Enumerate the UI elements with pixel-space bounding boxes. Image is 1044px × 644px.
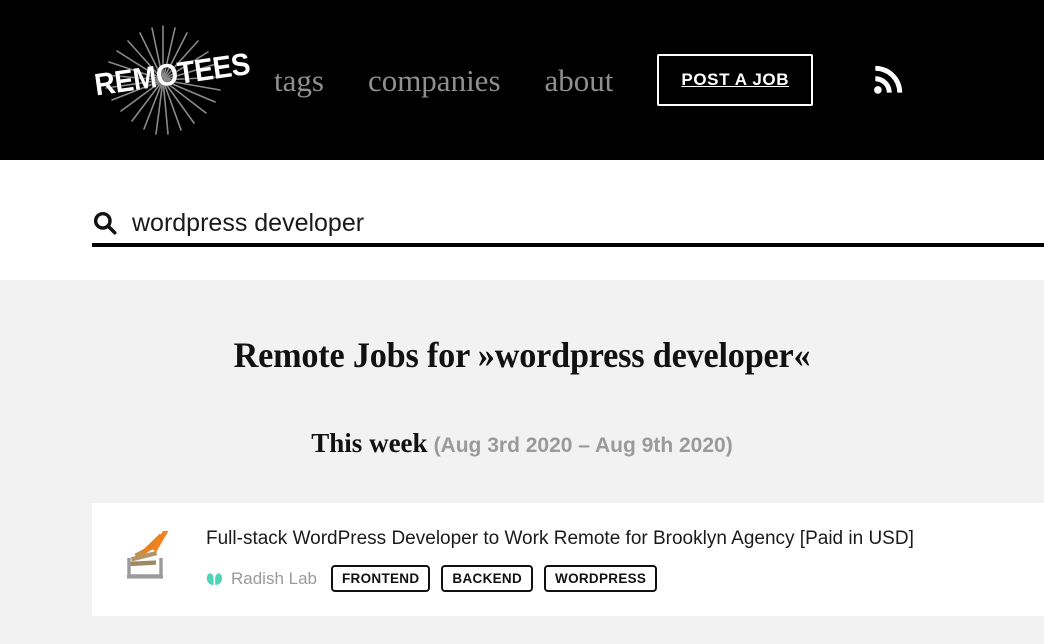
search-row [92, 160, 1044, 252]
search-section [0, 160, 1044, 280]
main-content: Remote Jobs for »wordpress developer« Th… [0, 280, 1044, 644]
nav-link-companies[interactable]: companies [368, 65, 501, 96]
job-tag-wordpress[interactable]: WORDPRESS [544, 564, 658, 593]
radish-lab-mark-icon [206, 572, 222, 585]
nav-link-tags[interactable]: tags [274, 65, 324, 96]
post-a-job-button[interactable]: POST A JOB [657, 54, 814, 106]
company-name-link[interactable]: Radish Lab [231, 569, 317, 589]
page-title: Remote Jobs for »wordpress developer« [233, 335, 811, 375]
radish-lab-logo-icon [127, 531, 169, 579]
job-tag-backend[interactable]: BACKEND [441, 564, 534, 593]
job-title-link[interactable]: Full-stack WordPress Developer to Work R… [206, 527, 1044, 551]
nav-link-about[interactable]: about [545, 65, 614, 96]
search-underline [92, 243, 1044, 247]
site-logo[interactable]: REMOTEES [88, 24, 252, 136]
rss-icon[interactable] [869, 61, 907, 99]
job-meta: Radish Lab FRONTEND BACKEND WORDPRESS [206, 564, 1044, 593]
week-label: This week [311, 428, 428, 458]
site-header: REMOTEES tags companies about POST A JOB [0, 0, 1044, 160]
header-inner: REMOTEES tags companies about POST A JOB [0, 0, 1044, 160]
job-card[interactable]: Full-stack WordPress Developer to Work R… [92, 503, 1044, 617]
week-date-range: (Aug 3rd 2020 – Aug 9th 2020) [433, 434, 733, 457]
search-icon [93, 211, 117, 235]
search-input[interactable] [132, 208, 932, 238]
job-tag-frontend[interactable]: FRONTEND [331, 564, 431, 593]
main-nav: tags companies about [274, 65, 657, 96]
job-body: Full-stack WordPress Developer to Work R… [206, 527, 1044, 593]
week-heading: This week (Aug 3rd 2020 – Aug 9th 2020) [0, 376, 1044, 459]
job-list: Full-stack WordPress Developer to Work R… [0, 503, 1044, 617]
